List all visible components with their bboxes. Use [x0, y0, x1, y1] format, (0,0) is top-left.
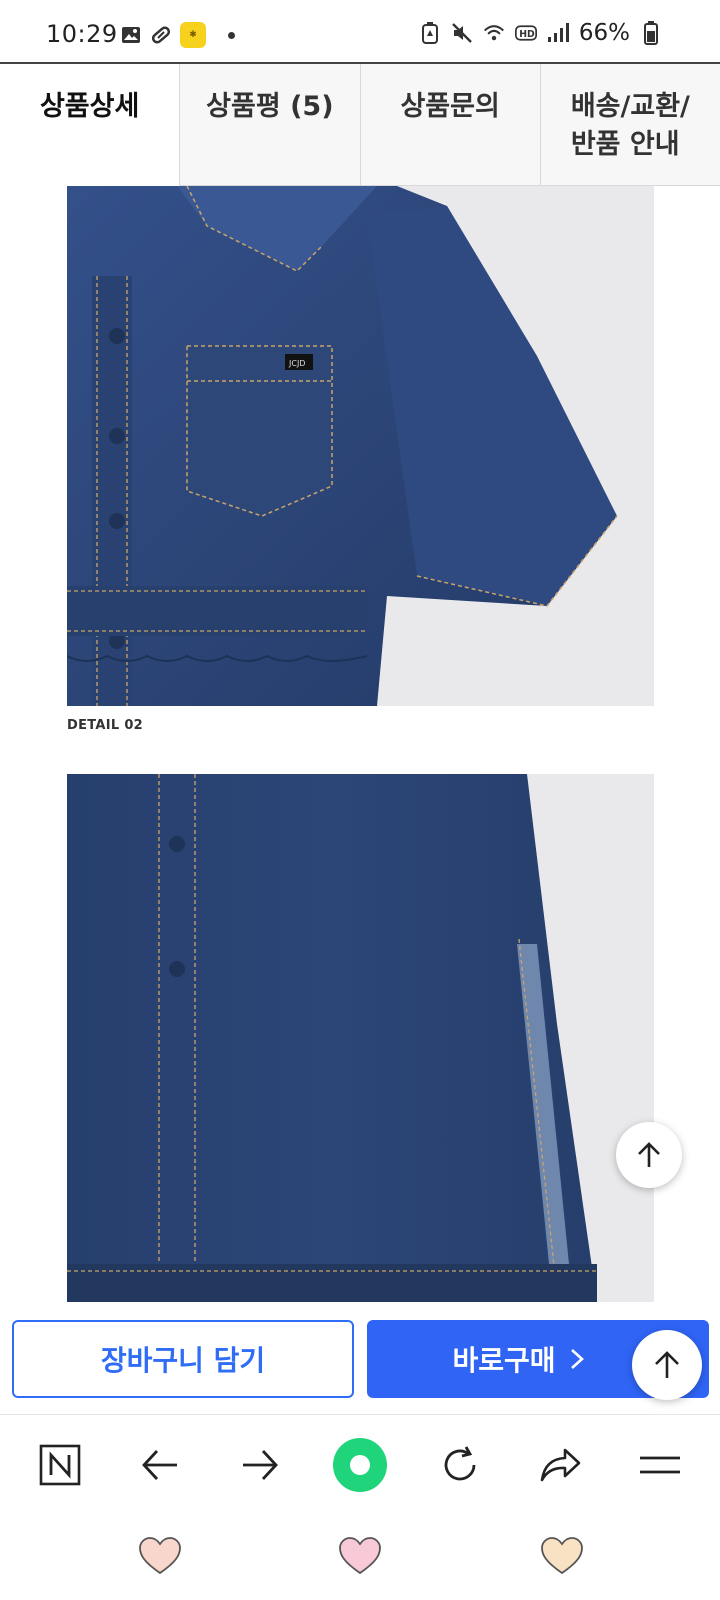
battery-icon	[640, 21, 662, 45]
forward-button[interactable]	[225, 1430, 295, 1500]
system-nav-bar	[0, 1516, 720, 1600]
chevron-right-icon	[570, 1349, 584, 1369]
signal-icon	[547, 22, 569, 44]
product-detail-image-1: JCJD	[67, 186, 654, 706]
tab-reviews[interactable]: 상품평 (5)	[180, 64, 361, 186]
back-button[interactable]	[125, 1430, 195, 1500]
purchase-action-bar: 장바구니 담기 바로구매	[0, 1312, 720, 1412]
product-tabs: 상품상세 상품평 (5) 상품문의 배송/교환/ 반품 안내	[0, 62, 720, 186]
refresh-button[interactable]	[425, 1430, 495, 1500]
tab-shipping-info[interactable]: 배송/교환/ 반품 안내	[571, 88, 690, 164]
status-time: 10:29	[46, 20, 118, 48]
add-to-cart-button[interactable]: 장바구니 담기	[12, 1320, 354, 1398]
mute-icon	[451, 22, 473, 44]
product-detail-image-2	[67, 774, 654, 1302]
tab-qna[interactable]: 상품문의	[360, 64, 541, 186]
browser-toolbar	[0, 1414, 720, 1514]
status-left-icons: ✱	[120, 22, 235, 48]
wifi-icon	[483, 22, 505, 44]
scroll-top-button-2[interactable]	[632, 1330, 702, 1400]
arrow-up-icon	[638, 1142, 660, 1167]
app-badge-icon: ✱	[180, 22, 206, 48]
green-dot-button[interactable]	[325, 1430, 395, 1500]
scroll-top-button[interactable]	[616, 1122, 682, 1188]
heart-icon-home[interactable]	[338, 1536, 382, 1576]
menu-button[interactable]	[625, 1430, 695, 1500]
notification-dot	[228, 31, 235, 39]
gallery-icon	[120, 24, 142, 46]
battery-saver-icon	[419, 22, 441, 44]
detail-label: DETAIL 02	[67, 718, 144, 733]
svg-text:HD: HD	[519, 29, 535, 40]
status-bar: 10:29 ✱ HD 66%	[0, 0, 720, 62]
back-arrow-icon	[142, 1449, 177, 1480]
heart-icon-back[interactable]	[540, 1536, 584, 1576]
naver-home-button[interactable]	[25, 1430, 95, 1500]
share-button[interactable]	[525, 1430, 595, 1500]
naver-home-icon	[39, 1444, 81, 1485]
arrow-up-icon	[655, 1351, 679, 1378]
tab-product-detail[interactable]: 상품상세	[0, 64, 181, 186]
refresh-icon	[444, 1445, 476, 1480]
hd-icon: HD	[514, 22, 537, 44]
forward-arrow-icon	[243, 1449, 278, 1480]
share-icon	[540, 1448, 581, 1481]
pill-icon	[150, 24, 172, 46]
status-right-icons: HD 66%	[419, 20, 662, 46]
heart-icon-recent[interactable]	[138, 1536, 182, 1576]
battery-percent: 66%	[578, 20, 630, 46]
green-dot-icon	[333, 1437, 387, 1492]
buy-now-label: 바로구매	[452, 1344, 556, 1377]
pocket-tag: JCJD	[288, 359, 305, 368]
menu-icon	[640, 1456, 680, 1473]
